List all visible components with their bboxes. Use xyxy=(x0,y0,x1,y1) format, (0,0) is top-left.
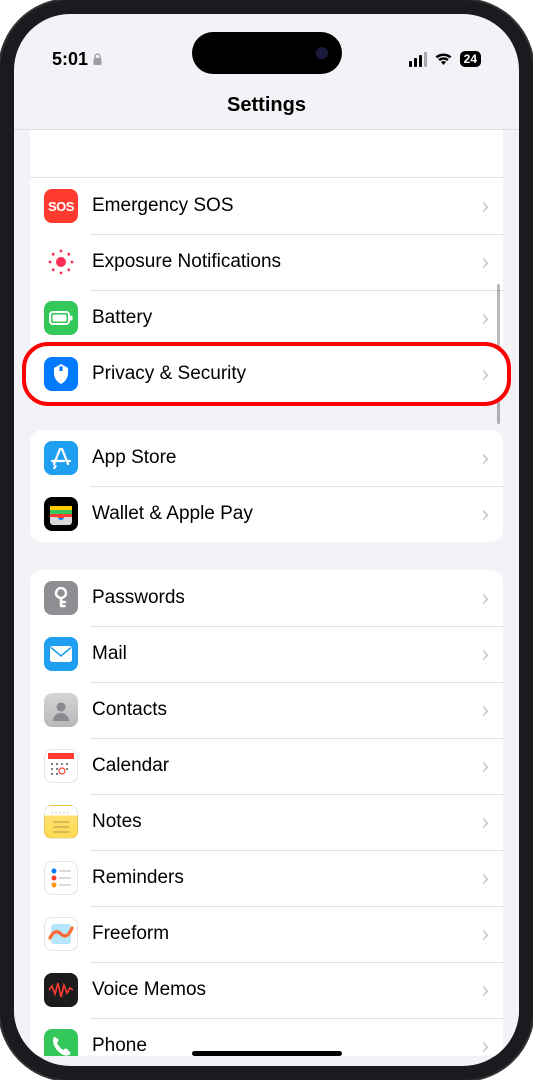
chevron-right-icon: › xyxy=(482,249,489,275)
row-label: Wallet & Apple Pay xyxy=(92,503,482,525)
passwords-icon xyxy=(44,581,78,615)
sidebar-item-wallet[interactable]: Wallet & Apple Pay › xyxy=(30,486,503,542)
sidebar-item-exposure-notifications[interactable]: Exposure Notifications › xyxy=(30,234,503,290)
chevron-right-icon: › xyxy=(482,501,489,527)
chevron-right-icon: › xyxy=(482,1033,489,1056)
sidebar-item-notes[interactable]: Notes › xyxy=(30,794,503,850)
sidebar-item-app-store[interactable]: App Store › xyxy=(30,430,503,486)
chevron-right-icon: › xyxy=(482,753,489,779)
chevron-right-icon: › xyxy=(482,641,489,667)
row-label: Exposure Notifications xyxy=(92,251,482,273)
row-label: Notes xyxy=(92,811,482,833)
screen: 5:01 24 Settings xyxy=(14,14,519,1066)
sidebar-item-privacy-security[interactable]: Privacy & Security › xyxy=(22,342,511,406)
row-label: Voice Memos xyxy=(92,979,482,1001)
battery-settings-icon xyxy=(44,301,78,335)
settings-section: App Store › Wallet & Apple Pay › xyxy=(30,430,503,542)
sidebar-item-reminders[interactable]: Reminders › xyxy=(30,850,503,906)
privacy-icon xyxy=(44,357,78,391)
dynamic-island xyxy=(192,32,342,74)
calendar-icon xyxy=(44,749,78,783)
chevron-right-icon: › xyxy=(482,809,489,835)
chevron-right-icon: › xyxy=(482,865,489,891)
cellular-signal-icon xyxy=(409,52,427,67)
page-title: Settings xyxy=(14,80,519,130)
settings-section: SOS Emergency SOS › Exposure Notificatio… xyxy=(30,130,503,406)
row-label: Privacy & Security xyxy=(92,363,482,385)
reminders-icon xyxy=(44,861,78,895)
sidebar-item-freeform[interactable]: Freeform › xyxy=(30,906,503,962)
settings-list[interactable]: SOS Emergency SOS › Exposure Notificatio… xyxy=(14,130,519,1056)
freeform-icon xyxy=(44,917,78,951)
wifi-icon xyxy=(434,52,453,66)
row-label: App Store xyxy=(92,447,482,469)
sidebar-item-mail[interactable]: Mail › xyxy=(30,626,503,682)
row-label: Passwords xyxy=(92,587,482,609)
battery-icon: 24 xyxy=(460,51,481,67)
phone-icon xyxy=(44,1029,78,1056)
notes-icon xyxy=(44,805,78,839)
row-label: Reminders xyxy=(92,867,482,889)
chevron-right-icon: › xyxy=(482,445,489,471)
sos-icon: SOS xyxy=(44,189,78,223)
appstore-icon xyxy=(44,441,78,475)
phone-frame: 5:01 24 Settings xyxy=(0,0,533,1080)
row-label: Calendar xyxy=(92,755,482,777)
voicememos-icon xyxy=(44,973,78,1007)
chevron-right-icon: › xyxy=(482,361,489,387)
row-label: Mail xyxy=(92,643,482,665)
mail-icon xyxy=(44,637,78,671)
wallet-icon xyxy=(44,497,78,531)
row-label: Battery xyxy=(92,307,482,329)
chevron-right-icon: › xyxy=(482,697,489,723)
row-label: Contacts xyxy=(92,699,482,721)
lock-icon xyxy=(92,53,103,66)
chevron-right-icon: › xyxy=(482,921,489,947)
row-label: Freeform xyxy=(92,923,482,945)
sidebar-item-passwords[interactable]: Passwords › xyxy=(30,570,503,626)
home-indicator[interactable] xyxy=(192,1051,342,1056)
sidebar-item-contacts[interactable]: Contacts › xyxy=(30,682,503,738)
sidebar-item-battery[interactable]: Battery › xyxy=(30,290,503,346)
row-label: Emergency SOS xyxy=(92,195,482,217)
chevron-right-icon: › xyxy=(482,193,489,219)
chevron-right-icon: › xyxy=(482,585,489,611)
settings-section: Passwords › Mail › Contacts › xyxy=(30,570,503,1056)
list-item[interactable] xyxy=(30,130,503,178)
status-time: 5:01 xyxy=(52,49,88,70)
sidebar-item-voice-memos[interactable]: Voice Memos › xyxy=(30,962,503,1018)
sidebar-item-calendar[interactable]: Calendar › xyxy=(30,738,503,794)
chevron-right-icon: › xyxy=(482,977,489,1003)
contacts-icon xyxy=(44,693,78,727)
sidebar-item-emergency-sos[interactable]: SOS Emergency SOS › xyxy=(30,178,503,234)
exposure-icon xyxy=(44,245,78,279)
chevron-right-icon: › xyxy=(482,305,489,331)
